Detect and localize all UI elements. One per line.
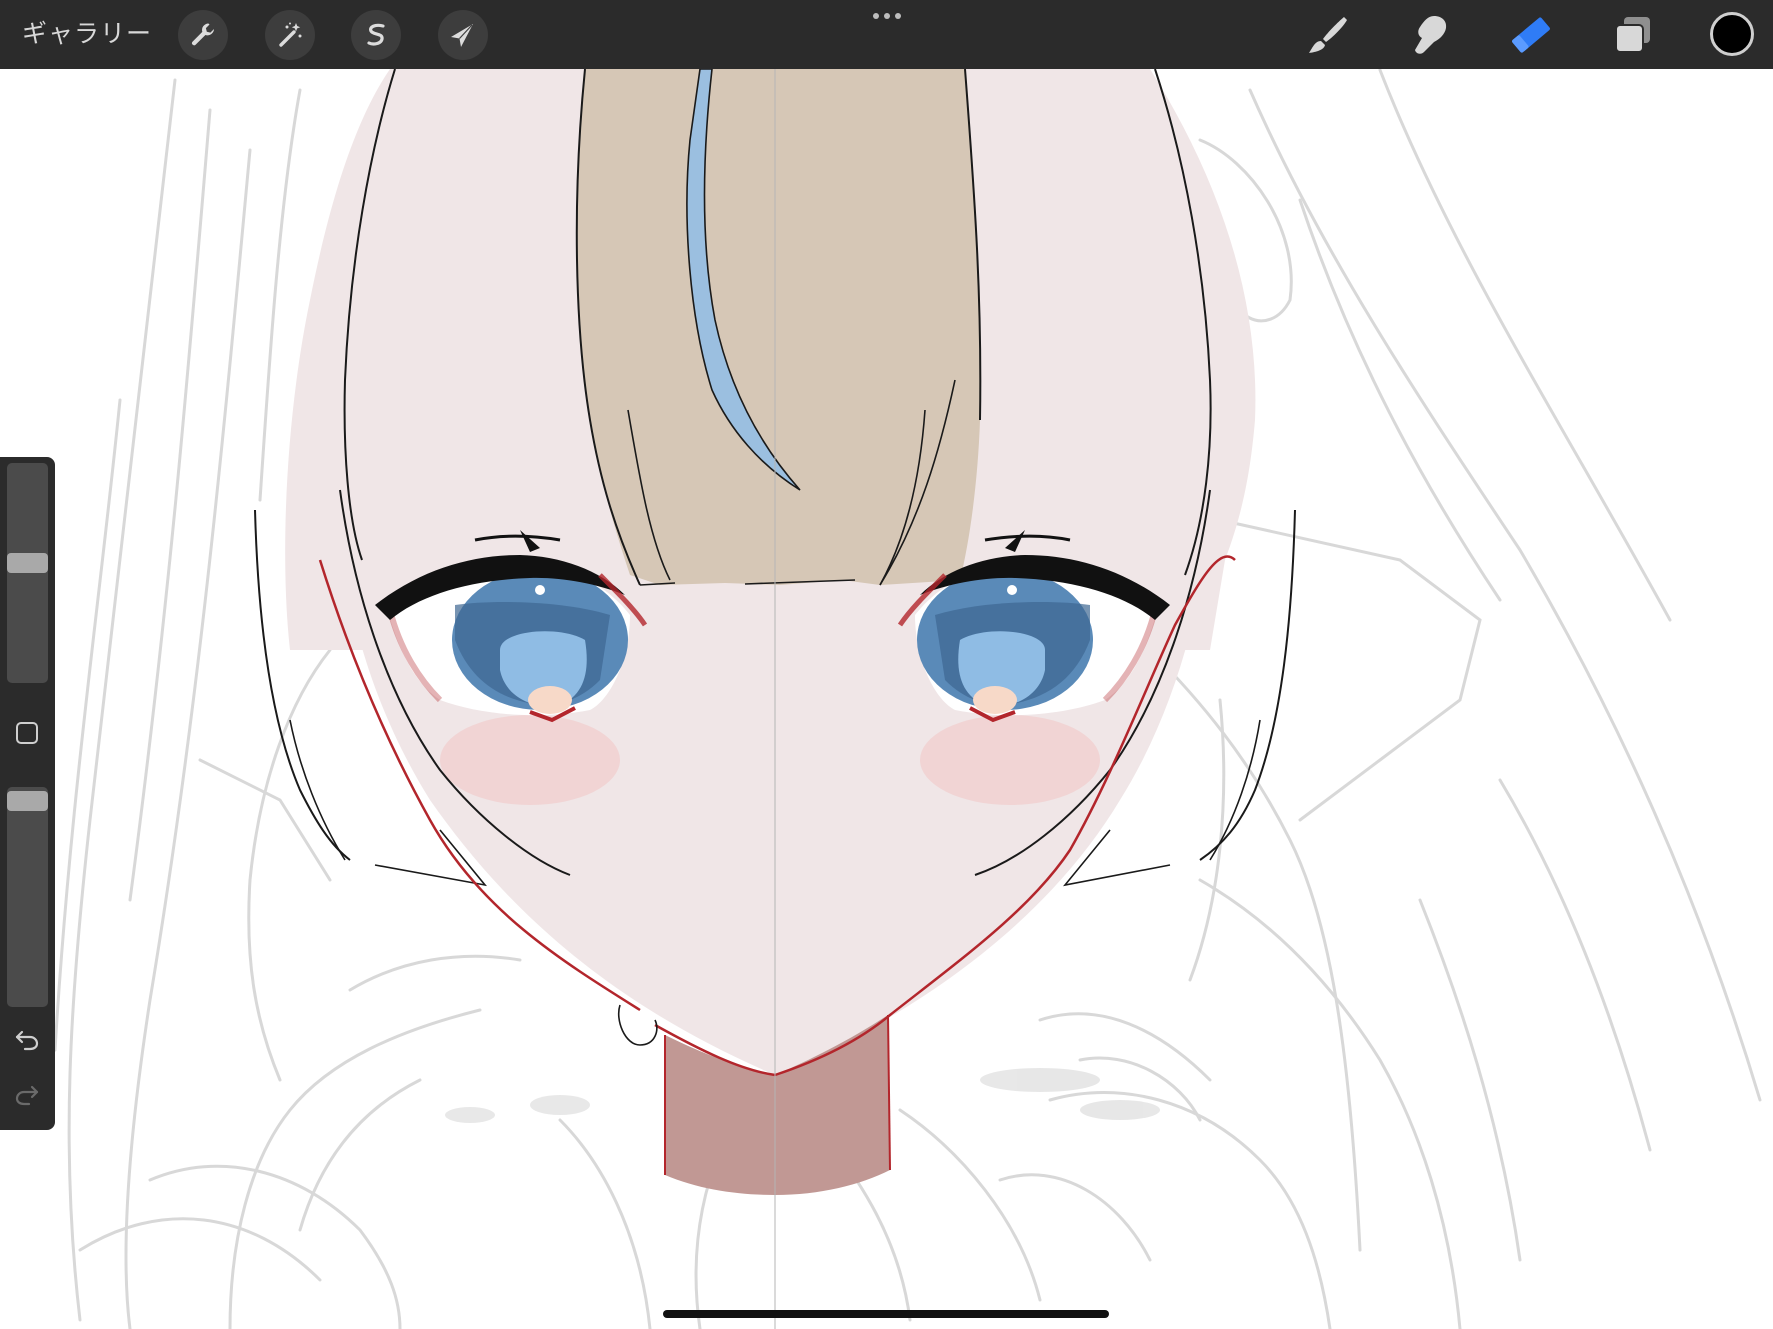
layers-button[interactable]: [1609, 12, 1657, 58]
smudge-tool-button[interactable]: [1405, 12, 1453, 58]
undo-button[interactable]: [10, 1022, 44, 1056]
paint-tool-button[interactable]: [1303, 12, 1351, 58]
left-blush: [440, 715, 620, 805]
top-toolbar: ギャラリー: [0, 0, 1773, 69]
adjustments-button[interactable]: [265, 10, 315, 60]
brush-size-thumb[interactable]: [7, 553, 48, 573]
brush-opacity-slider[interactable]: [7, 787, 48, 1007]
brush-icon: [1309, 17, 1347, 53]
wrench-icon: [191, 23, 214, 46]
selection-s-icon: [367, 23, 385, 46]
modify-button[interactable]: [10, 716, 44, 750]
gallery-button[interactable]: ギャラリー: [22, 14, 152, 54]
artwork-svg: [53, 69, 1762, 1329]
square-icon: [16, 722, 38, 744]
undo-icon: [15, 1030, 39, 1051]
brush-opacity-thumb[interactable]: [7, 791, 48, 811]
procreate-app: ギャラリー: [0, 0, 1773, 1329]
drawing-canvas[interactable]: [0, 69, 1773, 1329]
arrow-cursor-icon: [451, 24, 473, 47]
color-picker-swatch[interactable]: [1710, 12, 1754, 56]
selection-button[interactable]: [351, 10, 401, 60]
actions-button[interactable]: [178, 10, 228, 60]
layers-icon: [1615, 17, 1650, 53]
transform-button[interactable]: [438, 10, 488, 60]
smudge-finger-icon: [1415, 16, 1447, 54]
eraser-icon: [1512, 17, 1550, 53]
right-blush: [920, 715, 1100, 805]
ellipsis-icon[interactable]: [870, 6, 904, 26]
magic-wand-icon: [279, 22, 302, 47]
redo-icon: [15, 1085, 39, 1106]
eraser-tool-button[interactable]: [1507, 12, 1555, 58]
left-sidebar: [0, 457, 55, 1130]
home-indicator[interactable]: [663, 1310, 1109, 1318]
redo-button[interactable]: [10, 1077, 44, 1111]
brush-size-slider[interactable]: [7, 463, 48, 683]
bangs-shape: [576, 69, 981, 585]
